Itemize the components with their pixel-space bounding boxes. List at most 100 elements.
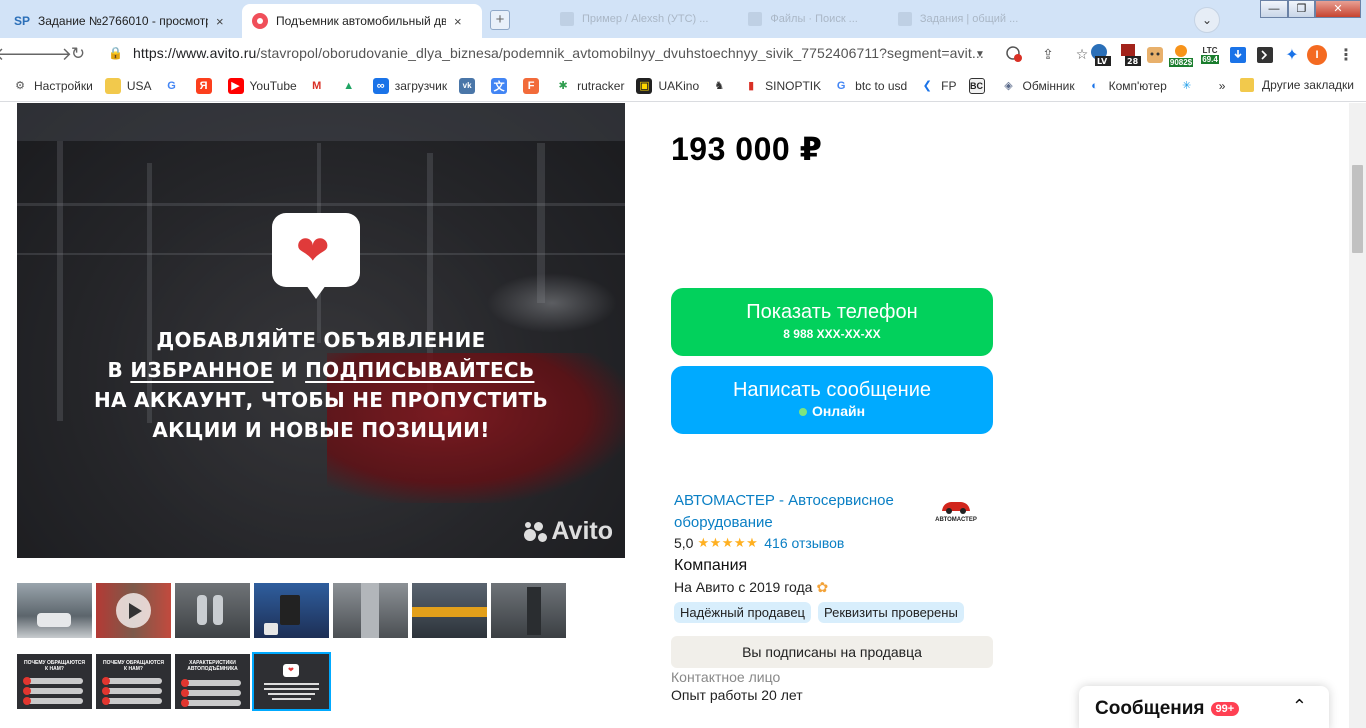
vk-icon: vk [459, 77, 476, 94]
thumbnail[interactable] [17, 583, 92, 638]
write-message-button[interactable]: Написать сообщение Онлайн [671, 366, 993, 434]
bookmark-item[interactable]: Я [195, 77, 216, 94]
bitcoin-extension-icon[interactable]: 9082$ [1166, 42, 1196, 68]
thumbnail[interactable] [175, 583, 250, 638]
reliable-seller-badge[interactable]: Надёжный продавец [674, 602, 811, 623]
download-icon[interactable] [1228, 42, 1248, 68]
bookmark-item[interactable]: ▶ YouTube [227, 77, 297, 94]
bookmark-item[interactable]: ❮ FP [919, 78, 957, 94]
unread-count-badge: 99+ [1210, 701, 1240, 716]
profile-avatar[interactable]: I [1306, 42, 1328, 68]
bookmark-label: Обмінник [1022, 78, 1075, 93]
bookmarks-overflow-button[interactable]: » [1219, 79, 1226, 93]
bookmark-item[interactable]: ⚙ Настройки [12, 78, 93, 94]
bookmark-item[interactable]: ∞ загрузчик [372, 77, 447, 94]
close-window-button[interactable]: ✕ [1315, 0, 1361, 18]
figure-icon: ♞ [714, 80, 725, 92]
bookmark-item[interactable]: Gbtc to usd [833, 78, 907, 94]
video-thumbnail[interactable] [96, 583, 171, 638]
favorite-heart-bubble: ❤ [272, 213, 360, 299]
online-status: Онлайн [671, 403, 993, 419]
scrollbar-thumb[interactable] [1352, 165, 1363, 253]
bookmark-item[interactable]: BC [968, 77, 989, 94]
close-tab-icon[interactable]: × [454, 14, 462, 29]
bookmark-item[interactable]: ▲ [341, 78, 361, 94]
share-icon[interactable]: ⇪ [1036, 42, 1060, 66]
other-bookmarks-folder[interactable]: Другие закладки [1240, 78, 1354, 92]
bookmark-item[interactable]: ♞ [711, 78, 731, 94]
bookmark-item[interactable]: ◐ Комп'ютер [1087, 78, 1166, 94]
tab-assignment[interactable]: SP Задание №2766010 - просмотр з × [4, 4, 242, 38]
bookmark-label: rutracker [577, 78, 625, 93]
url-dropdown-icon[interactable]: ▼ [968, 42, 992, 66]
google-icon: G [167, 79, 176, 92]
hero-line-4: АКЦИИ И НОВЫЕ ПОЗИЦИИ! [152, 418, 490, 442]
hero-line-2-favorites: ИЗБРАННОЕ [130, 358, 274, 382]
forward-icon[interactable]: 🡒 [24, 42, 72, 66]
listing-price: 193 000 ₽ [671, 131, 823, 167]
play-icon[interactable] [116, 593, 151, 628]
console-extension-icon[interactable] [1256, 42, 1274, 68]
face-extension-icon[interactable] [1146, 42, 1164, 68]
url-host: https://www.avito.ru [133, 45, 257, 61]
calendar-extension-icon[interactable]: 28 [1118, 42, 1144, 68]
tab-avito-listing[interactable]: Подъемник автомобильный двух × [242, 4, 482, 38]
thumbnail[interactable] [491, 583, 566, 638]
medal-icon: ✿ [816, 579, 829, 595]
bookmark-item[interactable]: ▮ SINOPTIK [743, 78, 821, 94]
seller-since: На Авито с 2019 года ✿ [674, 579, 828, 596]
seller-name-link[interactable]: АВТОМАСТЕР - Автосервисное оборудование [674, 490, 919, 534]
browser-menu-icon[interactable]: ⋮ [1336, 42, 1356, 68]
yandex-icon: Я [195, 77, 212, 94]
thumbnail[interactable] [254, 583, 329, 638]
bookmark-item[interactable]: G [164, 78, 184, 94]
bookmark-item[interactable]: F [523, 77, 543, 94]
gmail-icon: M [312, 79, 322, 92]
extensions-puzzle-icon[interactable]: ✦ [1282, 42, 1302, 68]
thumbnail[interactable] [333, 583, 408, 638]
subscribed-button[interactable]: Вы подписаны на продавца [671, 636, 993, 668]
show-phone-button[interactable]: Показать телефон 8 988 XXX-XX-XX [671, 288, 993, 356]
bookmark-item[interactable]: 文 [491, 77, 511, 94]
site-blocked-icon[interactable] [1002, 42, 1026, 66]
gear-icon: ⚙ [15, 80, 25, 92]
bookmark-item[interactable]: vk [459, 77, 479, 94]
bc-icon: BC [968, 77, 985, 94]
listing-main-image[interactable]: ❤ ДОБАВЛЯЙТЕ ОБЪЯВЛЕНИЕ В ИЗБРАННОЕ И ПО… [17, 103, 625, 558]
ltc-extension-icon[interactable]: LTC 69.4 [1198, 42, 1222, 68]
thumbnail[interactable]: ХАРАКТЕРИСТИКИ АВТОПОДЪЁМНИКА [175, 654, 250, 709]
bookmark-item[interactable]: USA [104, 77, 152, 94]
rating-stars-icon: ★★★★★ [697, 535, 759, 550]
thumbnail[interactable]: ПОЧЕМУ ОБРАЩАЮТСЯ К НАМ? [96, 654, 171, 709]
work-experience: Опыт работы 20 лет [671, 687, 803, 703]
profile-initial: I [1307, 45, 1327, 65]
hero-line-2-mid: И [273, 358, 306, 382]
page-scrollbar[interactable] [1349, 103, 1366, 728]
thumbnail[interactable] [412, 583, 487, 638]
chevron-up-icon[interactable]: ⌃ [1292, 696, 1307, 717]
youtube-icon: ▶ [227, 77, 244, 94]
new-tab-button[interactable]: + [490, 10, 510, 30]
reload-icon[interactable]: ↻ [66, 42, 90, 66]
reviews-link[interactable]: 416 отзывов [764, 535, 844, 551]
tab-search-button[interactable]: ⌄ [1194, 7, 1220, 33]
thumbnail-selected[interactable]: ❤ [252, 652, 331, 711]
seller-logo[interactable]: АВТОМАСТЕР [925, 486, 987, 534]
thumbnail[interactable]: ПОЧЕМУ ОБРАЩАЮТСЯ К НАМ? [17, 654, 92, 709]
bookmark-item[interactable]: ✱ rutracker [555, 78, 624, 94]
bookmark-item[interactable]: ▣ UAKino [636, 77, 699, 94]
bookmark-item[interactable]: ✳ [1179, 78, 1199, 94]
url-field[interactable]: https://www.avito.ru/stavropol/oborudova… [133, 45, 984, 61]
thumbnail-caption: ХАРАКТЕРИСТИКИ АВТОПОДЪЁМНИКА [187, 660, 238, 672]
bookmark-item[interactable]: M [309, 78, 329, 94]
maximize-button[interactable]: ❐ [1288, 0, 1315, 18]
close-tab-icon[interactable]: × [216, 14, 224, 29]
globe-lv-extension-icon[interactable]: LV [1088, 42, 1114, 68]
verified-details-badge[interactable]: Реквизиты проверены [818, 602, 964, 623]
sp-favicon-icon: SP [14, 14, 31, 28]
svg-text:LV: LV [1097, 57, 1108, 66]
messages-widget[interactable]: Сообщения 99+ ⌃ [1079, 686, 1329, 728]
lock-icon[interactable]: 🔒 [108, 46, 123, 60]
bookmark-item[interactable]: ◈ Обмінник [1001, 78, 1075, 94]
minimize-button[interactable]: — [1260, 0, 1288, 18]
